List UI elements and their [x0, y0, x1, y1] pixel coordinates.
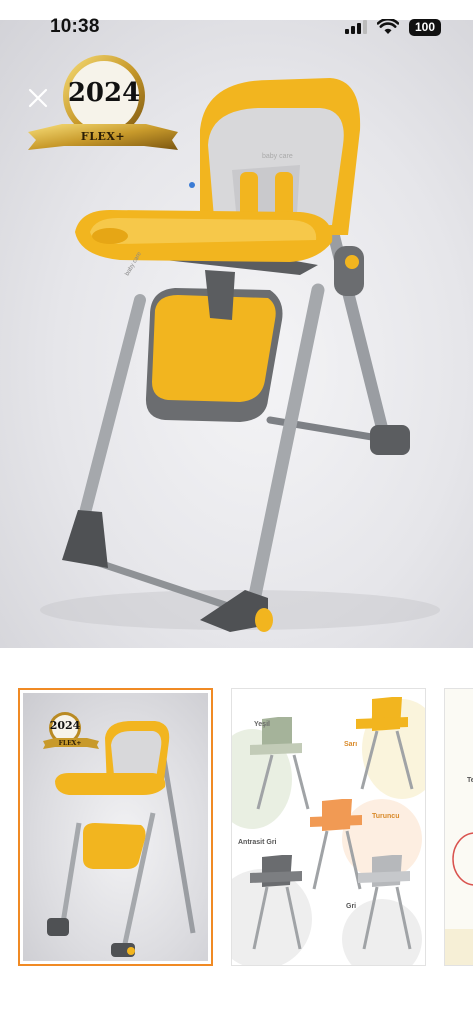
thumbnail-strip: 2024 FLEX+ Yeşil Sarı Turuncu Antrasit G… — [0, 680, 473, 980]
partial-thumbnail-image — [445, 689, 473, 965]
thumbnail-year-badge: 2024 FLEX+ — [41, 711, 101, 753]
color-label-yellow: Sarı — [344, 741, 358, 748]
status-bar: 10:38 100 — [0, 0, 473, 44]
color-label-anthracite: Antrasit Gri — [238, 839, 277, 846]
close-icon — [28, 88, 48, 108]
battery-icon: 100 — [409, 18, 441, 36]
thumbnail-1[interactable]: 2024 FLEX+ — [18, 688, 213, 966]
thumbnail-1-image: 2024 FLEX+ — [23, 693, 208, 961]
partial-thumbnail-text: Te — [467, 777, 473, 784]
thumbnail-badge-year: 2024 — [49, 719, 81, 732]
color-variants-image — [232, 689, 425, 965]
thumbnail-3[interactable]: Te — [444, 688, 473, 966]
color-label-grey: Gri — [346, 903, 357, 910]
cellular-signal-icon — [345, 20, 367, 34]
color-label-green: Yeşil — [254, 721, 270, 728]
product-hero-image[interactable]: baby care baby care 2024 FLEX+ — [0, 20, 473, 648]
thumbnail-badge-ribbon: FLEX+ — [58, 740, 82, 747]
badge-ribbon-label: FLEX+ — [80, 130, 126, 143]
thumbnail-2[interactable]: Yeşil Sarı Turuncu Antrasit Gri Gri — [231, 688, 426, 966]
svg-text:baby care: baby care — [262, 153, 293, 160]
color-label-orange: Turuncu — [372, 813, 400, 820]
status-time: 10:38 — [50, 16, 100, 37]
status-icons: 100 — [345, 18, 441, 36]
close-button[interactable] — [28, 88, 62, 122]
wifi-icon — [377, 19, 399, 34]
badge-year: 2024 — [67, 78, 141, 108]
